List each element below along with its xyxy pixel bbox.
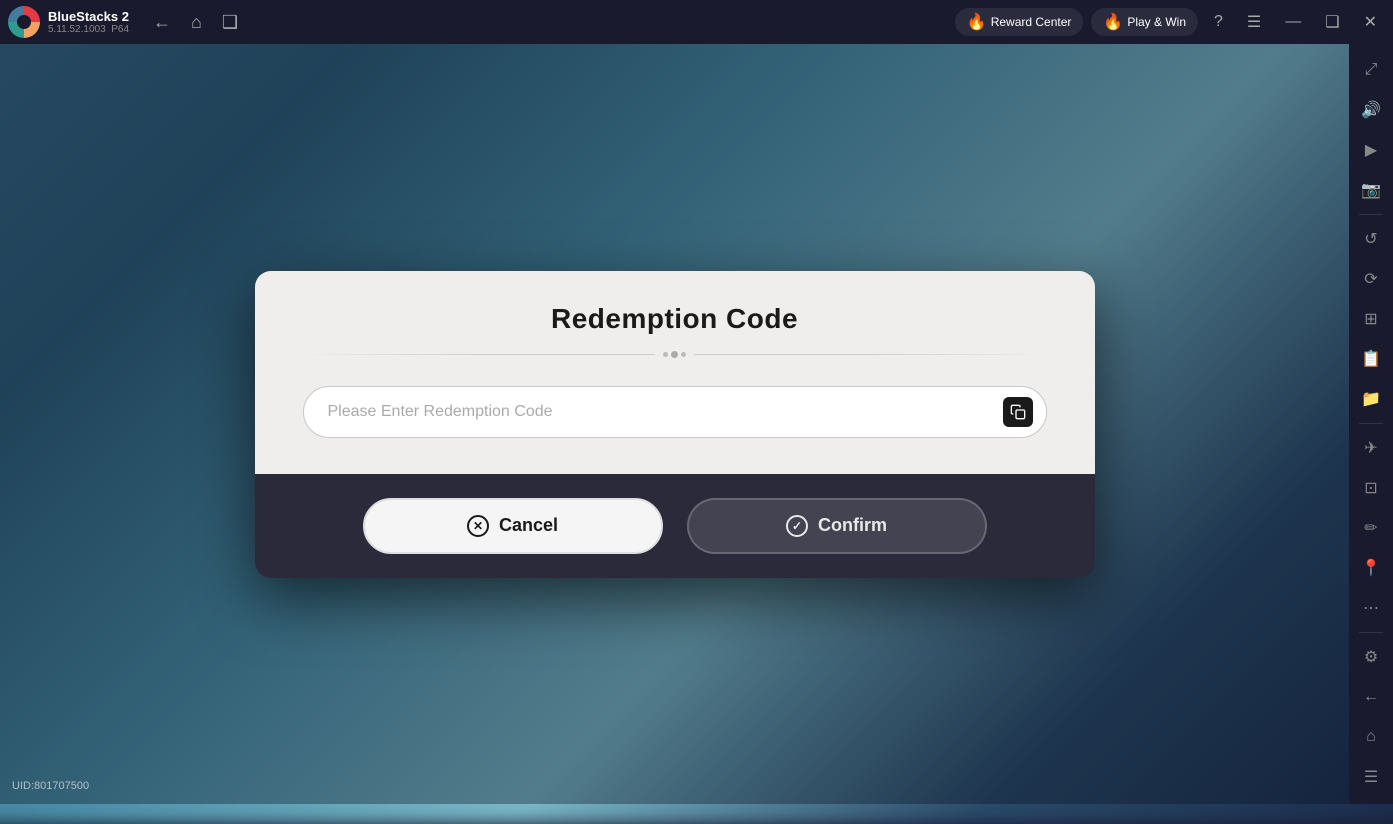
topbar-nav: ← ⌂ ❑: [145, 9, 246, 35]
divider-line-left: [303, 354, 656, 355]
home-button[interactable]: ⌂: [183, 9, 210, 35]
paste-icon[interactable]: [1003, 397, 1033, 427]
back-sidebar-icon[interactable]: ←: [1353, 679, 1389, 715]
play-win-button[interactable]: 🔥 Play & Win: [1091, 8, 1198, 36]
confirm-icon: ✓: [786, 515, 808, 537]
play-win-icon: 🔥: [1103, 12, 1123, 32]
refresh-icon[interactable]: ⟳: [1353, 261, 1389, 297]
divider-dot-center: [671, 351, 678, 358]
apps-icon[interactable]: ⊞: [1353, 301, 1389, 337]
dialog-top: Redemption Code: [255, 271, 1095, 474]
dialog-bottom: ✕ Cancel ✓ Confirm: [255, 474, 1095, 578]
cancel-icon: ✕: [467, 515, 489, 537]
topbar-right: 🔥 Reward Center 🔥 Play & Win ? ☰ — ❑ ✕: [955, 8, 1385, 36]
dialog-title: Redemption Code: [551, 303, 798, 335]
cancel-button[interactable]: ✕ Cancel: [363, 498, 663, 554]
location-icon[interactable]: 📍: [1353, 550, 1389, 586]
confirm-button[interactable]: ✓ Confirm: [687, 498, 987, 554]
expand-icon[interactable]: ⤢: [1353, 52, 1389, 88]
pen-icon[interactable]: ✏: [1353, 510, 1389, 546]
reward-center-label: Reward Center: [991, 15, 1072, 29]
settings-icon[interactable]: ⚙: [1353, 639, 1389, 675]
cancel-label: Cancel: [499, 515, 558, 536]
topbar: BlueStacks 2 5.11.52.1003 P64 ← ⌂ ❑ 🔥 Re…: [0, 0, 1393, 44]
redemption-code-input[interactable]: [303, 386, 1047, 438]
reward-center-button[interactable]: 🔥 Reward Center: [955, 8, 1084, 36]
divider-line-right: [694, 354, 1047, 355]
back-button[interactable]: ←: [145, 9, 179, 35]
more-icon[interactable]: ⋯: [1353, 590, 1389, 626]
screenshot-icon[interactable]: 📷: [1353, 172, 1389, 208]
divider-dot-3: [681, 352, 686, 357]
home-sidebar-icon[interactable]: ⌂: [1353, 719, 1389, 755]
video-icon[interactable]: ▶: [1353, 132, 1389, 168]
duplicate-button[interactable]: ❑: [214, 9, 246, 35]
restore-button[interactable]: ❑: [1317, 8, 1347, 36]
close-button[interactable]: ✕: [1356, 8, 1385, 36]
reward-center-icon: 🔥: [967, 12, 987, 32]
dialog: Redemption Code: [255, 271, 1095, 578]
menu-button[interactable]: ☰: [1239, 8, 1269, 36]
plane-icon[interactable]: ✈: [1353, 430, 1389, 466]
divider-dots: [663, 351, 686, 358]
input-wrap: [303, 386, 1047, 438]
sidebar-divider-3: [1359, 632, 1383, 633]
dialog-divider: [303, 351, 1047, 358]
help-button[interactable]: ?: [1206, 9, 1231, 35]
rotate-icon[interactable]: ↺: [1353, 221, 1389, 257]
divider-dot-1: [663, 352, 668, 357]
menu-sidebar-icon[interactable]: ☰: [1353, 759, 1389, 795]
sidebar-divider-1: [1359, 214, 1383, 215]
confirm-label: Confirm: [818, 515, 887, 536]
sidebar-divider-2: [1359, 423, 1383, 424]
app-logo: [8, 6, 40, 38]
right-sidebar: ⤢ 🔊 ▶ 📷 ↺ ⟳ ⊞ 📋 📁 ✈ ⊡ ✏ 📍 ⋯ ⚙ ← ⌂ ☰: [1349, 44, 1393, 804]
play-win-label: Play & Win: [1127, 15, 1186, 29]
minimize-button[interactable]: —: [1277, 9, 1309, 35]
app-title: BlueStacks 2 5.11.52.1003 P64: [48, 9, 129, 36]
volume-icon[interactable]: 🔊: [1353, 92, 1389, 128]
modal-overlay: Redemption Code: [0, 44, 1349, 804]
folder-icon[interactable]: 📁: [1353, 381, 1389, 417]
book-icon[interactable]: 📋: [1353, 341, 1389, 377]
resize-icon[interactable]: ⊡: [1353, 470, 1389, 506]
